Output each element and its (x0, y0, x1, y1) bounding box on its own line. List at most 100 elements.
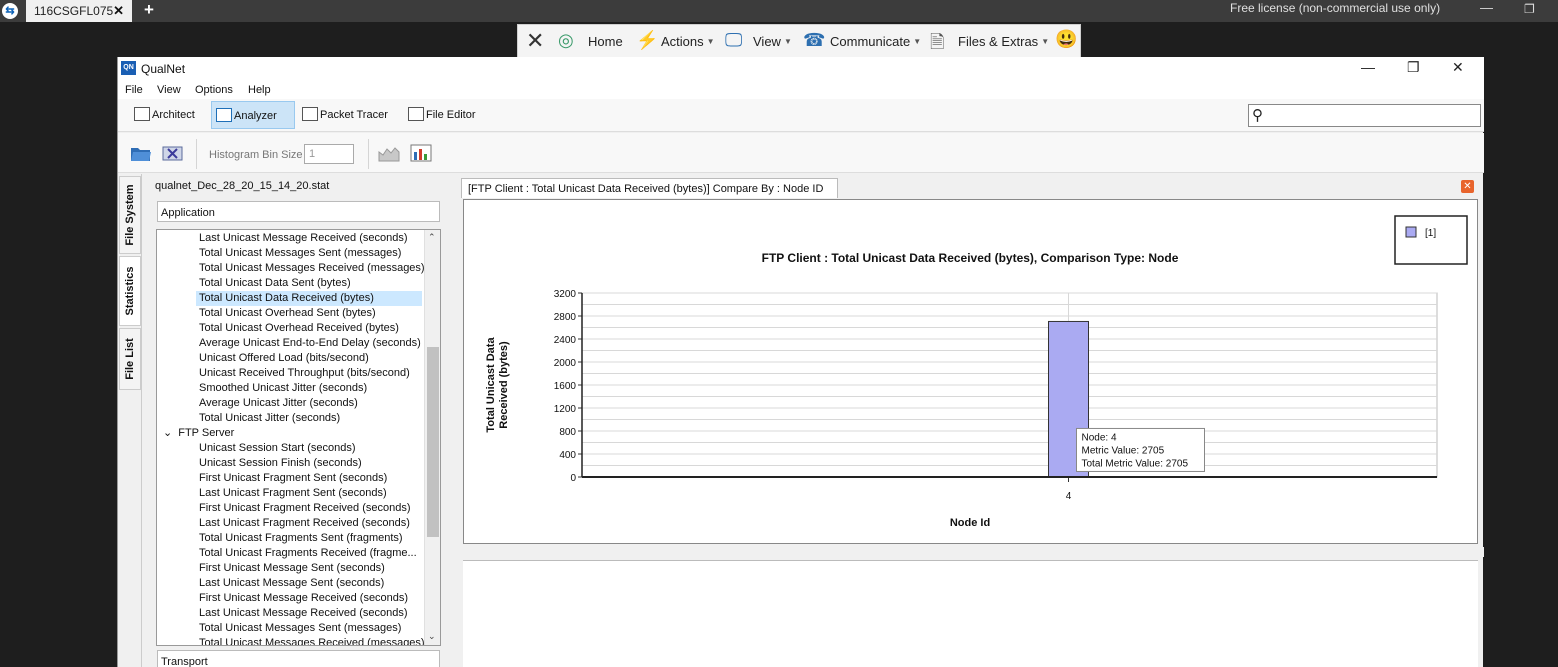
close-connection-button[interactable]: ✕ (526, 28, 544, 54)
lightning-icon: ⚡ (636, 30, 659, 50)
tree-item[interactable]: Last Unicast Fragment Sent (seconds) (196, 486, 422, 501)
new-tab-button[interactable]: + (144, 0, 154, 20)
section-transport[interactable]: Transport (157, 650, 440, 667)
tree-item-label: Smoothed Unicast Jitter (seconds) (199, 382, 368, 394)
stat-file-name: qualnet_Dec_28_20_15_14_20.stat (155, 180, 330, 192)
window-maximize-button[interactable]: ❐ (1407, 59, 1420, 76)
tab-statistics[interactable]: Statistics (119, 256, 141, 326)
tab-file-system-label: File System (124, 184, 136, 246)
tree-item-label: Average Unicast Jitter (seconds) (199, 397, 358, 409)
scroll-down-icon[interactable]: ⌄ (428, 631, 436, 642)
tree-item-label: Last Unicast Message Received (seconds) (199, 232, 408, 244)
tree-item-label: Total Unicast Messages Sent (messages) (199, 247, 402, 259)
tree-item-label: FTP Server (178, 427, 235, 439)
minimize-icon[interactable]: — (1480, 0, 1493, 15)
tree-item[interactable]: Unicast Session Finish (seconds) (196, 456, 422, 471)
tree-item[interactable]: Average Unicast Jitter (seconds) (196, 396, 422, 411)
open-folder-icon[interactable] (130, 144, 152, 162)
tree-item[interactable]: Total Unicast Messages Received (message… (196, 261, 425, 276)
perspective-file-editor-label: File Editor (426, 109, 476, 121)
menu-file[interactable]: File (125, 84, 143, 96)
feedback-smiley-icon[interactable]: 😃 (1055, 29, 1077, 50)
communicate-menu[interactable]: Communicate ▼ (830, 34, 921, 49)
tree-item[interactable]: Total Unicast Messages Received (message… (196, 636, 425, 645)
histogram-bin-size-label: Histogram Bin Size (209, 149, 303, 161)
architect-icon (134, 107, 150, 121)
tree-item[interactable]: Total Unicast Overhead Received (bytes) (196, 321, 422, 336)
tree-item[interactable]: Unicast Received Throughput (bits/second… (196, 366, 422, 381)
perspective-analyzer[interactable]: Analyzer (211, 101, 295, 129)
view-menu[interactable]: View ▼ (753, 34, 792, 49)
tree-item[interactable]: Total Unicast Data Received (bytes) (196, 291, 422, 306)
histogram-icon[interactable] (378, 144, 400, 162)
menu-view[interactable]: View (157, 84, 181, 96)
tree-group[interactable]: ⌄ FTP Server (163, 426, 234, 441)
legend-label: [1] (1425, 228, 1436, 239)
tree-item[interactable]: First Unicast Fragment Received (seconds… (196, 501, 422, 516)
tree-item[interactable]: First Unicast Message Received (seconds) (196, 591, 422, 606)
tree-item[interactable]: Average Unicast End-to-End Delay (second… (196, 336, 422, 351)
analyzer-icon (216, 108, 232, 122)
tree-item[interactable]: Unicast Session Start (seconds) (196, 441, 422, 456)
chart-tab[interactable]: [FTP Client : Total Unicast Data Receive… (461, 178, 838, 198)
tree-item[interactable]: Unicast Offered Load (bits/second) (196, 351, 422, 366)
tree-item[interactable]: First Unicast Message Sent (seconds) (196, 561, 422, 576)
tree-item[interactable]: Last Unicast Message Sent (seconds) (196, 576, 422, 591)
tab-file-system[interactable]: File System (119, 176, 141, 254)
qualnet-window: QN QualNet — ❐ ✕ File View Options Help … (117, 57, 1484, 667)
tree-item[interactable]: Total Unicast Overhead Sent (bytes) (196, 306, 422, 321)
close-tab-icon[interactable]: ✕ (113, 0, 124, 22)
section-application[interactable]: Application (157, 201, 440, 222)
tree-item[interactable]: Last Unicast Fragment Received (seconds) (196, 516, 422, 531)
window-close-button[interactable]: ✕ (1452, 59, 1464, 76)
tree-item[interactable]: Smoothed Unicast Jitter (seconds) (196, 381, 422, 396)
tree-item[interactable]: Total Unicast Messages Sent (messages) (196, 246, 422, 261)
perspective-packet-tracer[interactable]: Packet Tracer (298, 101, 396, 129)
tree-item[interactable]: Total Unicast Fragments Sent (fragments) (196, 531, 422, 546)
tree-item-label: Total Unicast Data Sent (bytes) (199, 277, 351, 289)
menu-help[interactable]: Help (248, 84, 271, 96)
toolbar-separator (196, 139, 197, 169)
close-chart-icon[interactable]: ✕ (1461, 180, 1474, 193)
tree-item[interactable]: Total Unicast Jitter (seconds) (196, 411, 422, 426)
tree-item-label: Total Unicast Messages Received (message… (199, 262, 425, 274)
teamviewer-logo-icon: ⇆ (2, 3, 18, 19)
side-tab-strip: File System Statistics File List (118, 174, 142, 667)
actions-menu[interactable]: Actions ▼ (661, 34, 715, 49)
tree-scrollbar[interactable]: ⌃ ⌄ (424, 230, 440, 645)
perspective-analyzer-label: Analyzer (234, 110, 277, 122)
file-editor-icon (408, 107, 424, 121)
menu-options[interactable]: Options (195, 84, 233, 96)
window-title: QualNet (141, 62, 186, 76)
x-axis-label: Node Id (950, 517, 990, 529)
close-stat-file-icon[interactable] (162, 144, 184, 162)
chevron-down-icon[interactable]: ⌄ (163, 427, 172, 439)
restore-icon[interactable]: ❐ (1524, 2, 1535, 16)
files-extras-menu[interactable]: Files & Extras ▼ (958, 34, 1049, 49)
scroll-up-icon[interactable]: ⌃ (428, 232, 436, 243)
legend-box (1394, 215, 1468, 265)
bar-chart-icon[interactable] (410, 144, 432, 162)
y-tick-label: 1200 (554, 404, 577, 415)
view-label: View (753, 34, 781, 49)
perspective-file-editor[interactable]: File Editor (404, 101, 484, 129)
tree-item-label: Total Unicast Data Received (bytes) (199, 292, 374, 304)
perspective-architect[interactable]: Architect (130, 101, 203, 129)
perspective-bar: Architect Analyzer Packet Tracer File Ed… (118, 99, 1484, 132)
search-input[interactable]: ⚲ (1248, 104, 1481, 127)
tree-item[interactable]: Total Unicast Messages Sent (messages) (196, 621, 422, 636)
tab-file-list[interactable]: File List (119, 328, 141, 390)
remote-session-tab[interactable]: 116CSGFL075 ✕ (26, 0, 132, 22)
tree-item[interactable]: Last Unicast Message Received (seconds) (196, 231, 422, 246)
tree-item[interactable]: Last Unicast Message Received (seconds) (196, 606, 422, 621)
tree-item[interactable]: First Unicast Fragment Sent (seconds) (196, 471, 422, 486)
tree-item[interactable]: Total Unicast Fragments Received (fragme… (196, 546, 422, 561)
histogram-bin-size-input[interactable] (304, 144, 354, 164)
tree-item[interactable]: Total Unicast Data Sent (bytes) (196, 276, 422, 291)
y-axis-label-line: Total Unicast Data (485, 337, 497, 433)
panel-divider[interactable] (456, 547, 1484, 557)
window-minimize-button[interactable]: — (1361, 59, 1375, 75)
scrollbar-thumb[interactable] (427, 347, 439, 537)
home-button[interactable]: Home (588, 34, 623, 49)
legend-swatch (1405, 226, 1417, 238)
